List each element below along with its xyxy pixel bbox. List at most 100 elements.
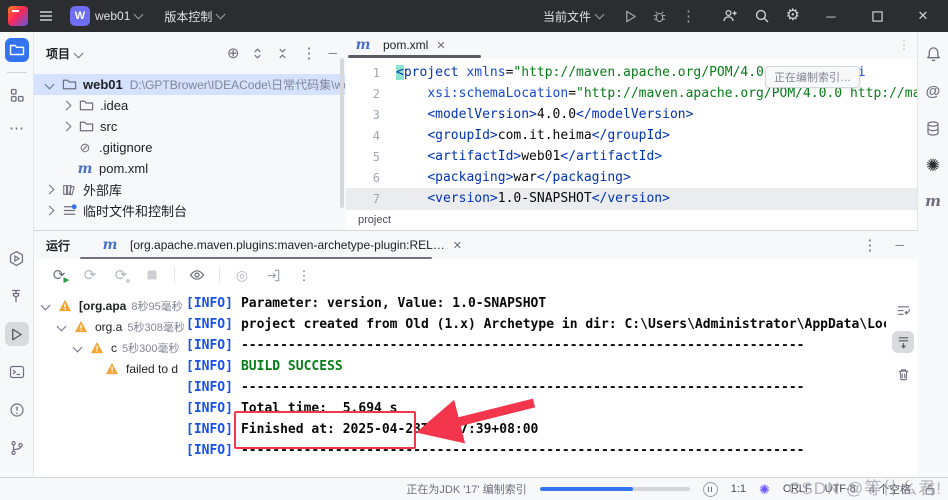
status-pinwheel-icon[interactable]: ✺	[759, 483, 770, 496]
line-number: 7	[372, 191, 380, 206]
main-menu-icon[interactable]	[38, 8, 54, 24]
run-title: 运行	[46, 238, 71, 253]
view-options-eye-icon[interactable]	[188, 266, 206, 284]
window-close-button[interactable]: ✕	[908, 5, 938, 27]
code-with-me-icon[interactable]	[722, 8, 738, 24]
project-tree-item-[interactable]: 外部库	[34, 179, 345, 200]
breadcrumb[interactable]: project	[346, 209, 918, 230]
open-in-new-window-icon[interactable]	[264, 266, 282, 284]
run-tree-item[interactable]: failed to d	[40, 358, 185, 379]
chevron-down-icon	[215, 9, 226, 20]
chevron-down-icon[interactable]	[44, 79, 55, 90]
run-tree-item[interactable]: c 5秒300毫秒	[40, 337, 185, 358]
hide-panel-icon[interactable]: ─	[328, 47, 337, 59]
settings-gear-icon[interactable]: ⚙	[786, 8, 800, 24]
console-line: [INFO] Total time: 5.694 s	[186, 401, 398, 416]
more-tool-windows-icon[interactable]: ⋯	[9, 121, 24, 136]
stop-and-rerun-icon[interactable]: ⟳	[81, 266, 99, 284]
project-tree-item-web01[interactable]: web01 D:\GPTBrower\IDEACode\日常代码集\web01	[34, 74, 345, 95]
code-line: 3 <modelVersion>4.0.0</modelVersion>	[346, 104, 918, 125]
tree-item-label: 外部库	[83, 183, 123, 198]
project-panel-title[interactable]: 项目	[46, 45, 90, 62]
problems-tool-icon[interactable]	[5, 398, 29, 422]
chevron-down-icon[interactable]	[40, 300, 51, 311]
project-tool-icon[interactable]	[4, 38, 29, 62]
editor-tab-strip: m pom.xml ✕ ⋮	[346, 32, 918, 58]
project-tree-item-gitignore[interactable]: ⊘ .gitignore	[34, 137, 345, 158]
vcs-widget[interactable]: 版本控制	[158, 5, 230, 28]
chevron-right-icon[interactable]	[61, 121, 72, 132]
notifications-icon[interactable]	[925, 46, 942, 63]
chevron-right-icon[interactable]	[61, 100, 72, 111]
chevron-down-icon[interactable]	[56, 321, 67, 332]
stop-icon[interactable]	[143, 266, 161, 284]
window-maximize-button[interactable]	[862, 5, 892, 27]
scroll-to-end-icon[interactable]	[892, 331, 914, 353]
run-tool-icon[interactable]	[4, 322, 29, 346]
project-tree: web01 D:\GPTBrower\IDEACode\日常代码集\web01.i…	[34, 74, 345, 221]
locate-file-icon[interactable]: ⊕	[227, 46, 240, 61]
scratches-icon	[61, 203, 77, 218]
git-tool-icon[interactable]	[5, 436, 29, 460]
project-tree-item-src[interactable]: src	[34, 116, 345, 137]
debug-button[interactable]	[652, 9, 667, 24]
expand-all-icon[interactable]	[251, 47, 264, 60]
line-number: 3	[372, 107, 380, 122]
line-number: 2	[372, 86, 380, 101]
run-tab[interactable]: m [org.apache.maven.plugins:maven-archet…	[102, 238, 462, 252]
project-badge: W	[70, 6, 90, 26]
chevron-right-icon[interactable]	[44, 184, 55, 195]
rerun-failed-icon[interactable]: ⟳	[112, 266, 130, 284]
services-tool-icon[interactable]	[5, 246, 29, 270]
rerun-icon[interactable]: ⟳ ▶	[50, 266, 69, 285]
code-line: 7 <version>1.0-SNAPSHOT</version>	[346, 188, 918, 209]
collapse-all-icon[interactable]	[276, 47, 289, 60]
code-line: 5 <artifactId>web01</artifactId>	[346, 146, 918, 167]
pause-indexing-icon[interactable]	[702, 481, 718, 497]
project-selector[interactable]: W web01	[64, 3, 148, 29]
project-scrollbar[interactable]	[340, 58, 344, 208]
more-actions-icon[interactable]: ⋮	[681, 9, 696, 24]
chevron-right-icon[interactable]	[44, 205, 55, 216]
soft-wrap-icon[interactable]	[892, 299, 914, 321]
clear-all-trash-icon[interactable]	[892, 363, 914, 385]
run-toolbar: ⟳ ▶ ⟳ ⟳ ◎ ⋮	[34, 259, 918, 291]
tree-item-label: pom.xml	[99, 161, 149, 176]
stripe-divider	[6, 72, 27, 73]
tree-item-label: 临时文件和控制台	[83, 204, 188, 219]
run-tool-window: 运行 m [org.apache.maven.plugins:maven-arc…	[34, 230, 918, 479]
tab-close-icon[interactable]: ✕	[436, 39, 445, 52]
library-icon	[61, 183, 77, 197]
project-tree-item-idea[interactable]: .idea	[34, 95, 345, 116]
tab-list-icon[interactable]: ⋮	[898, 39, 910, 51]
chevron-down-icon[interactable]	[72, 342, 83, 353]
search-everywhere-icon[interactable]	[754, 8, 770, 24]
ai-assistant-icon[interactable]: @	[926, 83, 941, 100]
toolbar-more-icon[interactable]: ⋮	[295, 266, 313, 284]
line-number: 6	[372, 170, 380, 185]
run-tab-close-icon[interactable]: ✕	[453, 239, 462, 252]
tree-item-label: src	[100, 119, 118, 134]
run-tree-item[interactable]: org.a 5秒308毫秒	[40, 316, 185, 337]
build-tool-icon[interactable]	[5, 284, 29, 308]
window-minimize-button[interactable]: ─	[816, 5, 846, 27]
terminal-tool-icon[interactable]	[5, 360, 29, 384]
maven-tool-icon[interactable]: m	[925, 194, 941, 209]
run-configuration-selector[interactable]: 当前文件	[537, 5, 609, 28]
hide-run-panel-icon[interactable]: ─	[895, 239, 904, 251]
project-tree-item-pomxml[interactable]: m pom.xml	[34, 158, 345, 179]
run-tree-item[interactable]: [org.apa 8秒95毫秒	[40, 295, 185, 316]
panel-options-icon[interactable]: ⋮	[301, 46, 316, 61]
screenshot-icon[interactable]: ◎	[233, 266, 251, 284]
structure-tool-icon[interactable]	[5, 83, 29, 107]
plugin-pinwheel-icon[interactable]: ✺	[926, 157, 940, 174]
vcs-label: 版本控制	[164, 9, 213, 24]
project-tree-item-[interactable]: 临时文件和控制台	[34, 200, 345, 221]
indexing-progress-fill	[539, 487, 633, 491]
run-panel-options-icon[interactable]: ⋮	[862, 238, 877, 253]
run-button[interactable]	[623, 9, 638, 24]
ignored-icon: ⊘	[79, 140, 91, 155]
database-tool-icon[interactable]	[925, 120, 941, 137]
caret-position[interactable]: 1:1	[731, 483, 746, 495]
project-name: web01	[95, 9, 131, 23]
